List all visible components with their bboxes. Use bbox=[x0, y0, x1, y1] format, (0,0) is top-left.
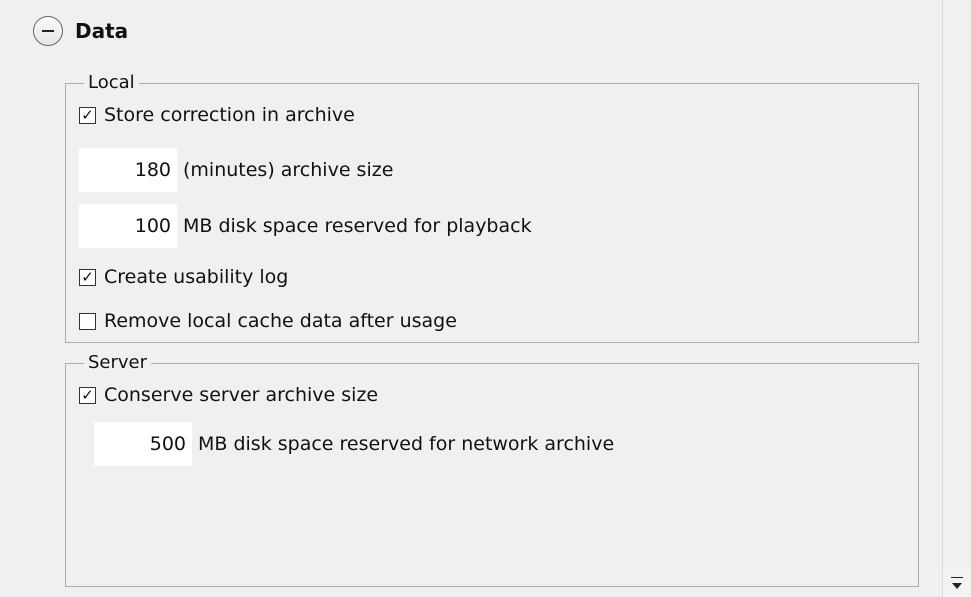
scroll-track[interactable] bbox=[943, 0, 971, 568]
local-groupbox: Local ✓ Store correction in archive 180 … bbox=[65, 72, 919, 343]
usability-log-checkbox[interactable]: ✓ bbox=[79, 268, 96, 286]
playback-space-row: 100 MB disk space reserved for playback bbox=[79, 204, 532, 248]
conserve-archive-checkbox[interactable]: ✓ bbox=[79, 386, 96, 404]
options-panel: Data Local ✓ Store correction in archive… bbox=[0, 0, 940, 597]
remove-cache-label: Remove local cache data after usage bbox=[104, 310, 457, 332]
usability-log-label: Create usability log bbox=[104, 266, 289, 288]
minus-icon bbox=[42, 30, 54, 32]
server-groupbox: Server ✓ Conserve server archive size 50… bbox=[65, 352, 919, 587]
usability-log-row[interactable]: ✓ Create usability log bbox=[79, 266, 288, 288]
scroll-down-button[interactable] bbox=[943, 568, 971, 597]
conserve-archive-row[interactable]: ✓ Conserve server archive size bbox=[79, 384, 378, 406]
section-title: Data bbox=[75, 19, 129, 43]
network-archive-label: MB disk space reserved for network archi… bbox=[198, 433, 615, 455]
store-correction-checkbox[interactable]: ✓ bbox=[79, 106, 96, 124]
remove-cache-row[interactable]: Remove local cache data after usage bbox=[79, 310, 457, 332]
remove-cache-checkbox[interactable] bbox=[79, 312, 96, 330]
network-archive-input[interactable]: 500 bbox=[94, 422, 192, 466]
archive-size-input[interactable]: 180 bbox=[79, 148, 177, 192]
vertical-scrollbar[interactable] bbox=[942, 0, 971, 597]
playback-space-input[interactable]: 100 bbox=[79, 204, 177, 248]
conserve-archive-label: Conserve server archive size bbox=[104, 384, 379, 406]
archive-size-row: 180 (minutes) archive size bbox=[79, 148, 393, 192]
server-legend: Server bbox=[84, 352, 152, 374]
playback-space-label: MB disk space reserved for playback bbox=[183, 215, 532, 237]
store-correction-label: Store correction in archive bbox=[104, 104, 355, 126]
collapse-icon[interactable] bbox=[33, 16, 63, 46]
data-section-header: Data bbox=[33, 13, 128, 49]
local-legend: Local bbox=[84, 72, 139, 94]
archive-size-label: (minutes) archive size bbox=[183, 159, 394, 181]
scroll-down-tick-icon bbox=[951, 577, 963, 578]
network-archive-row: 500 MB disk space reserved for network a… bbox=[94, 422, 614, 466]
store-correction-row[interactable]: ✓ Store correction in archive bbox=[79, 104, 355, 126]
scroll-down-arrow-icon bbox=[952, 582, 962, 589]
